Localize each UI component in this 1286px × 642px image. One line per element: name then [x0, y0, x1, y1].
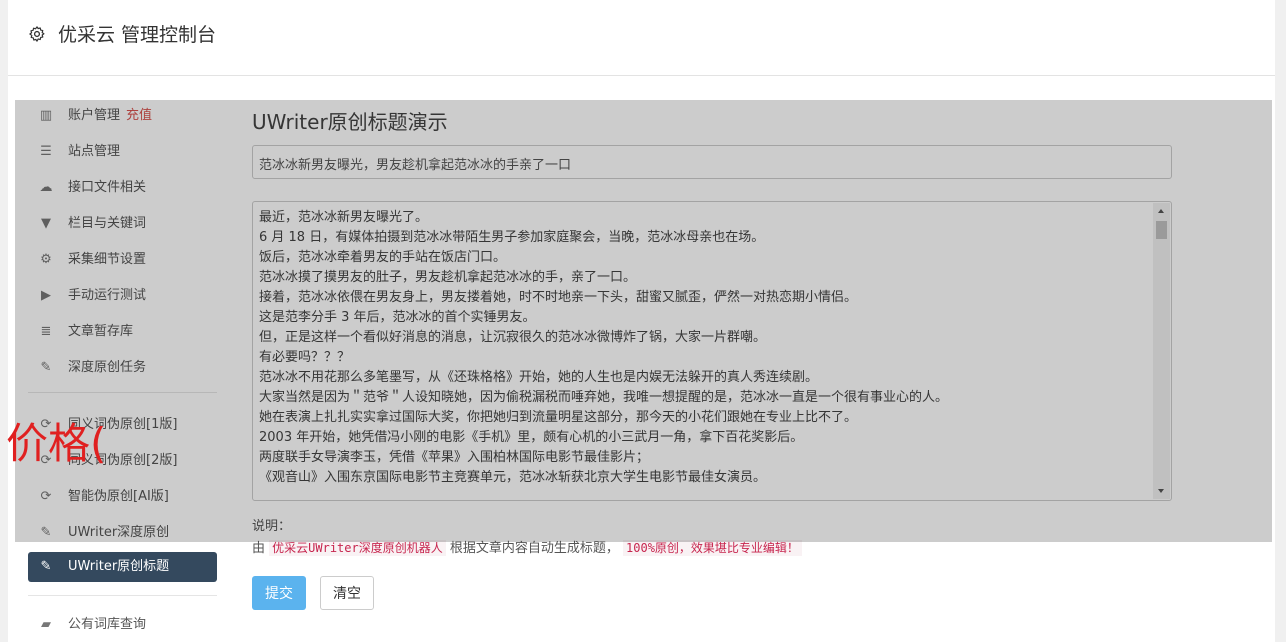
book-icon: ▰	[41, 617, 51, 632]
note-code-claim: 100%原创，效果堪比专业编辑！	[623, 540, 802, 556]
sidebar-item-uwriter-title[interactable]: ✎ UWriter原创标题	[28, 552, 217, 582]
sidebar-item-label: UWriter原创标题	[68, 559, 170, 574]
edit-icon: ✎	[40, 559, 52, 574]
app-header: 优采云 管理控制台	[8, 0, 1275, 76]
dim-overlay	[15, 100, 1272, 542]
note-code-robot: 优采云UWriter深度原创机器人	[269, 540, 446, 556]
sidebar-item-label: 公有词库查询	[68, 617, 147, 632]
note-prefix: 由	[252, 541, 266, 556]
sidebar-item-public-lexicon[interactable]: ▰ 公有词库查询	[28, 610, 217, 640]
gear-icon	[29, 26, 45, 42]
app-title: 优采云 管理控制台	[58, 24, 217, 46]
clear-button[interactable]: 清空	[320, 576, 374, 610]
submit-button[interactable]: 提交	[252, 576, 306, 610]
note-middle: 根据文章内容自动生成标题，	[449, 541, 619, 556]
sidebar-divider	[28, 595, 217, 596]
price-overlay-text: 价格(	[6, 419, 107, 468]
